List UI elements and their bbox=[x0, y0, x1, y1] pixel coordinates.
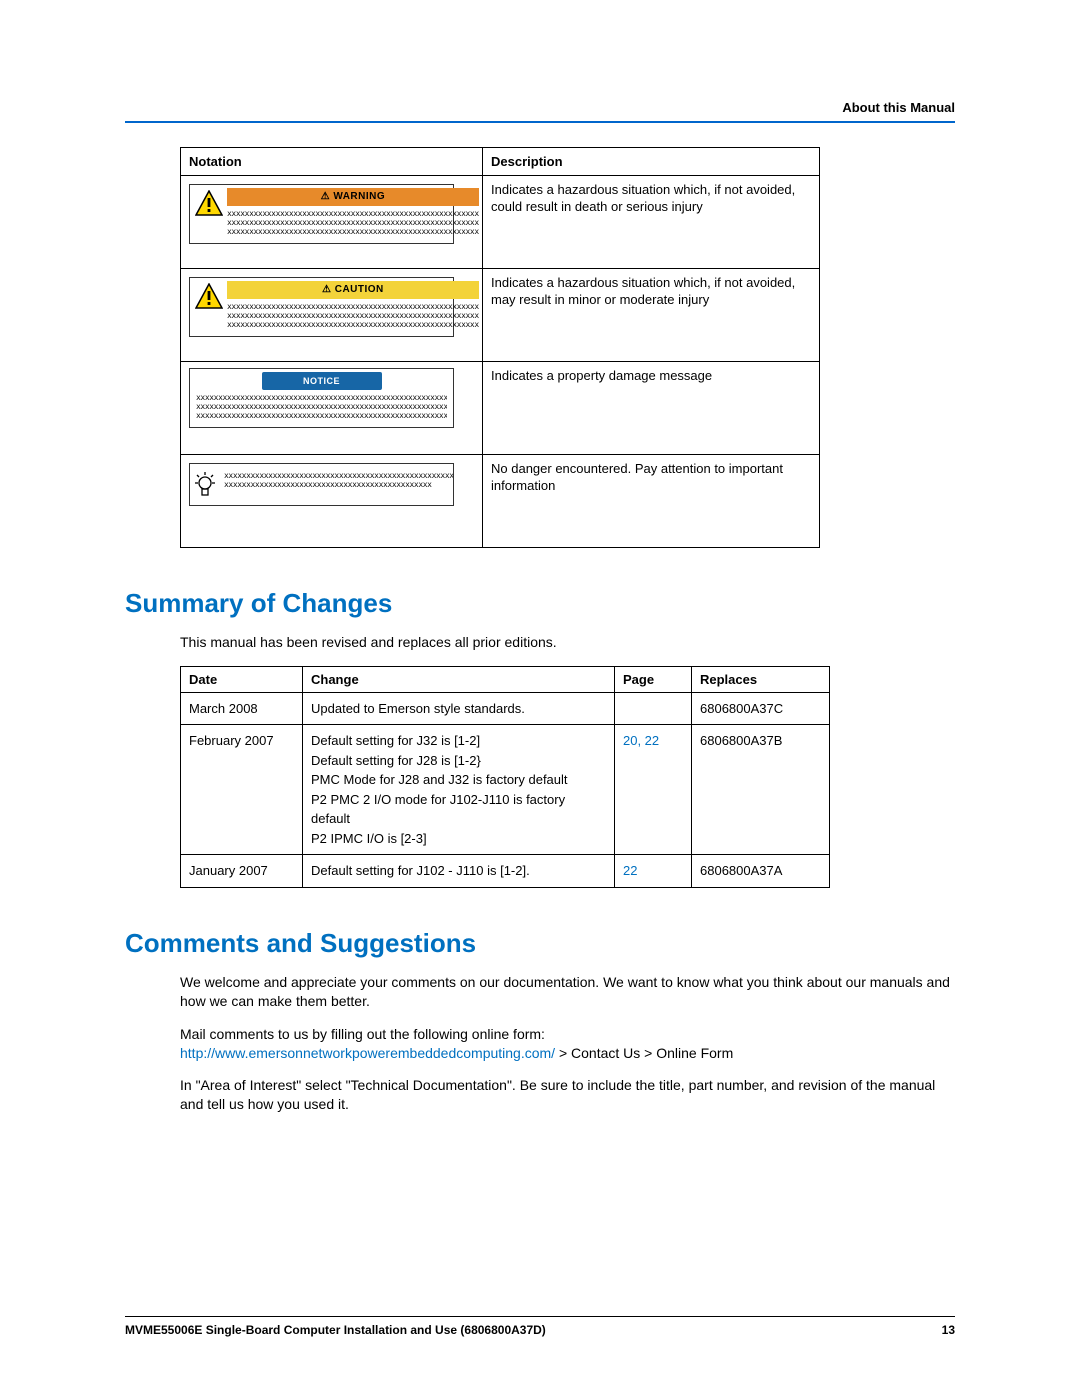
summary-intro: This manual has been revised and replace… bbox=[180, 633, 955, 652]
notation-cell: ⚠ CAUTION xxxxxxxxxxxxxxxxxxxxxxxxxxxxxx… bbox=[181, 269, 483, 362]
cell-date: March 2008 bbox=[181, 692, 303, 725]
info-box: xxxxxxxxxxxxxxxxxxxxxxxxxxxxxxxxxxxxxxxx… bbox=[189, 463, 454, 506]
notation-cell: ⚠ WARNING xxxxxxxxxxxxxxxxxxxxxxxxxxxxxx… bbox=[181, 176, 483, 269]
cell-replaces: 6806800A37A bbox=[692, 855, 830, 888]
warning-label: ⚠ WARNING bbox=[227, 188, 479, 206]
summary-heading: Summary of Changes bbox=[125, 588, 955, 619]
changes-table: Date Change Page Replaces March 2008 Upd… bbox=[180, 666, 830, 888]
comments-p2: Mail comments to us by filling out the f… bbox=[180, 1025, 955, 1063]
caution-triangle-icon bbox=[195, 283, 223, 309]
caution-label-prefix: ⚠ bbox=[322, 284, 331, 295]
description-cell: Indicates a hazardous situation which, i… bbox=[483, 269, 820, 362]
comments-p2b: > Contact Us > Online Form bbox=[555, 1045, 733, 1061]
notice-box: NOTICE xxxxxxxxxxxxxxxxxxxxxxxxxxxxxxxxx… bbox=[189, 368, 454, 428]
comments-p1: We welcome and appreciate your comments … bbox=[180, 973, 955, 1011]
description-cell: Indicates a hazardous situation which, i… bbox=[483, 176, 820, 269]
placeholder-text: xxxxxxxxxxxxxxxxxxxxxxxxxxxxxxxxxxxxxxxx… bbox=[227, 209, 479, 237]
caution-box: ⚠ CAUTION xxxxxxxxxxxxxxxxxxxxxxxxxxxxxx… bbox=[189, 277, 454, 337]
comments-link[interactable]: http://www.emersonnetworkpowerembeddedco… bbox=[180, 1045, 555, 1061]
caution-label-text: CAUTION bbox=[335, 284, 384, 295]
description-cell: Indicates a property damage message bbox=[483, 362, 820, 455]
cell-page bbox=[615, 692, 692, 725]
table-row: ⚠ WARNING xxxxxxxxxxxxxxxxxxxxxxxxxxxxxx… bbox=[181, 176, 820, 269]
cell-change: Default setting for J102 - J110 is [1-2]… bbox=[303, 855, 615, 888]
cell-date: February 2007 bbox=[181, 725, 303, 855]
warning-box: ⚠ WARNING xxxxxxxxxxxxxxxxxxxxxxxxxxxxxx… bbox=[189, 184, 454, 244]
table-header-row: Date Change Page Replaces bbox=[181, 666, 830, 692]
placeholder-text: xxxxxxxxxxxxxxxxxxxxxxxxxxxxxxxxxxxxxxxx… bbox=[227, 302, 479, 330]
th-change: Change bbox=[303, 666, 615, 692]
th-notation: Notation bbox=[181, 148, 483, 176]
warning-label-text: WARNING bbox=[333, 191, 385, 202]
description-cell: No danger encountered. Pay attention to … bbox=[483, 455, 820, 548]
caution-label: ⚠ CAUTION bbox=[227, 281, 479, 299]
th-page: Page bbox=[615, 666, 692, 692]
cell-replaces: 6806800A37C bbox=[692, 692, 830, 725]
comments-p3: In "Area of Interest" select "Technical … bbox=[180, 1076, 955, 1114]
header-rule bbox=[125, 121, 955, 123]
table-row: March 2008 Updated to Emerson style stan… bbox=[181, 692, 830, 725]
comments-heading: Comments and Suggestions bbox=[125, 928, 955, 959]
table-row: ⚠ CAUTION xxxxxxxxxxxxxxxxxxxxxxxxxxxxxx… bbox=[181, 269, 820, 362]
table-row: January 2007 Default setting for J102 - … bbox=[181, 855, 830, 888]
placeholder-text: xxxxxxxxxxxxxxxxxxxxxxxxxxxxxxxxxxxxxxxx… bbox=[224, 467, 453, 489]
footer-rule bbox=[125, 1316, 955, 1317]
th-description: Description bbox=[483, 148, 820, 176]
notation-cell: xxxxxxxxxxxxxxxxxxxxxxxxxxxxxxxxxxxxxxxx… bbox=[181, 455, 483, 548]
header-section-label: About this Manual bbox=[125, 100, 955, 115]
table-row: NOTICE xxxxxxxxxxxxxxxxxxxxxxxxxxxxxxxxx… bbox=[181, 362, 820, 455]
footer-title: MVME55006E Single-Board Computer Install… bbox=[125, 1323, 546, 1337]
table-row: February 2007 Default setting for J32 is… bbox=[181, 725, 830, 855]
cell-date: January 2007 bbox=[181, 855, 303, 888]
placeholder-text: xxxxxxxxxxxxxxxxxxxxxxxxxxxxxxxxxxxxxxxx… bbox=[196, 393, 447, 421]
table-row: xxxxxxxxxxxxxxxxxxxxxxxxxxxxxxxxxxxxxxxx… bbox=[181, 455, 820, 548]
th-replaces: Replaces bbox=[692, 666, 830, 692]
notice-label: NOTICE bbox=[262, 372, 382, 390]
footer-page-number: 13 bbox=[942, 1323, 955, 1337]
warning-triangle-icon bbox=[195, 190, 223, 216]
table-header-row: Notation Description bbox=[181, 148, 820, 176]
page-footer: MVME55006E Single-Board Computer Install… bbox=[125, 1316, 955, 1337]
cell-change: Updated to Emerson style standards. bbox=[303, 692, 615, 725]
warning-label-prefix: ⚠ bbox=[321, 191, 330, 202]
lightbulb-icon bbox=[194, 471, 216, 499]
cell-page[interactable]: 22 bbox=[615, 855, 692, 888]
th-date: Date bbox=[181, 666, 303, 692]
notation-cell: NOTICE xxxxxxxxxxxxxxxxxxxxxxxxxxxxxxxxx… bbox=[181, 362, 483, 455]
comments-p2a: Mail comments to us by filling out the f… bbox=[180, 1026, 545, 1042]
cell-replaces: 6806800A37B bbox=[692, 725, 830, 855]
cell-page[interactable]: 20, 22 bbox=[615, 725, 692, 855]
notation-table: Notation Description ⚠ bbox=[180, 147, 820, 548]
cell-change: Default setting for J32 is [1-2] Default… bbox=[303, 725, 615, 855]
